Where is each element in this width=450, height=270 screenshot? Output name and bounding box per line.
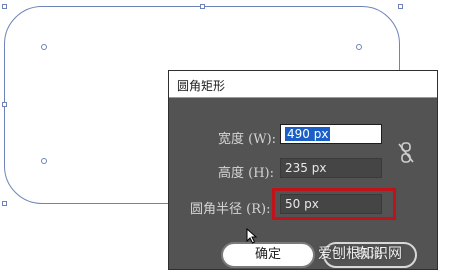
watermark-text: 爱刨根知识网 — [318, 246, 402, 262]
height-value: 235 px — [285, 161, 327, 175]
handle-top-left[interactable] — [2, 4, 7, 9]
arrow-cursor-icon — [246, 227, 258, 248]
height-label: 高度 (H): — [218, 166, 274, 181]
link-icon[interactable] — [396, 141, 416, 165]
radius-highlight-box — [272, 188, 396, 220]
corner-widget-top-left[interactable] — [41, 44, 47, 50]
ok-button[interactable]: 确定 — [221, 242, 315, 268]
width-label: 宽度 (W): — [218, 132, 277, 147]
height-input[interactable]: 235 px — [280, 158, 382, 178]
handle-bottom-left[interactable] — [2, 201, 7, 206]
corner-widget-bottom-left[interactable] — [41, 158, 47, 164]
dialog-title: 圆角矩形 — [177, 79, 226, 93]
radius-label: 圆角半径 (R): — [190, 202, 271, 217]
width-input[interactable]: 490 px — [280, 124, 382, 144]
corner-widget-top-right[interactable] — [356, 44, 362, 50]
dialog-titlebar[interactable]: 圆角矩形 — [169, 71, 437, 98]
handle-left-middle[interactable] — [2, 102, 7, 107]
handle-top-center[interactable] — [200, 4, 205, 9]
handle-top-right[interactable] — [398, 4, 403, 9]
width-value: 490 px — [285, 127, 331, 141]
